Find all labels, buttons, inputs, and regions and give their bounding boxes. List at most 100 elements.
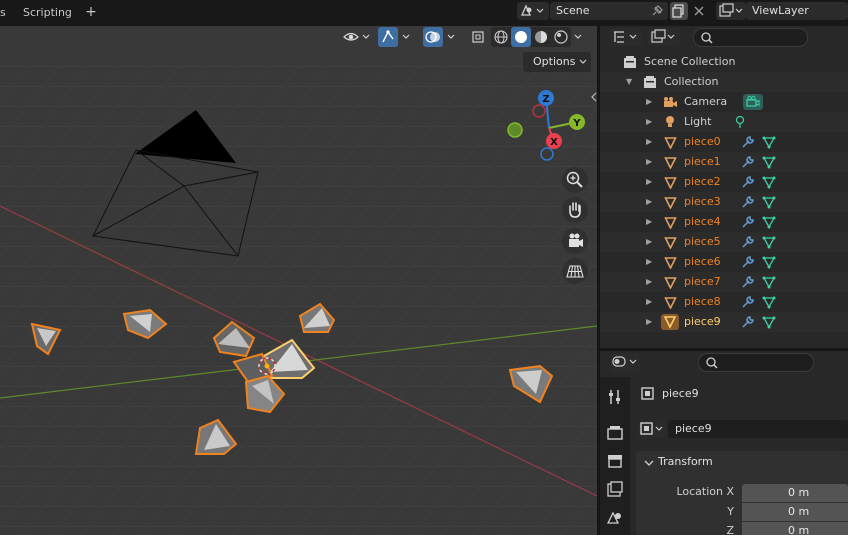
new-scene-button[interactable] bbox=[670, 2, 688, 20]
mesh-data-icon[interactable] bbox=[762, 155, 776, 169]
outliner-item-piece[interactable]: ▶ piece2 bbox=[600, 172, 848, 192]
expand-arrow-icon[interactable]: ▶ bbox=[646, 136, 656, 148]
outliner-item-label: piece2 bbox=[684, 175, 721, 188]
transform-panel-header[interactable]: Transform bbox=[636, 451, 848, 473]
view-layer-icon[interactable] bbox=[605, 479, 625, 499]
view-layer-type-dropdown[interactable] bbox=[716, 2, 746, 20]
3d-viewport[interactable]: Options Z Y X bbox=[0, 26, 597, 535]
location-y-field[interactable]: 0 m bbox=[742, 503, 848, 521]
add-workspace-button[interactable]: + bbox=[83, 4, 99, 20]
output-icon[interactable] bbox=[605, 451, 625, 471]
scene-type-dropdown[interactable] bbox=[517, 2, 549, 20]
visibility-dropdown[interactable] bbox=[342, 27, 372, 47]
mesh-data-icon[interactable] bbox=[762, 315, 776, 329]
shading-dropdown[interactable] bbox=[572, 27, 586, 47]
mesh-data-icon[interactable] bbox=[762, 275, 776, 289]
y-axis-label: Y bbox=[572, 118, 581, 129]
mesh-data-icon[interactable] bbox=[762, 195, 776, 209]
scene-icon[interactable] bbox=[605, 507, 625, 527]
wrench-icon[interactable] bbox=[741, 235, 755, 249]
wrench-icon[interactable] bbox=[741, 255, 755, 269]
outliner-item-piece-active[interactable]: ▶ piece9 bbox=[600, 312, 848, 332]
expand-arrow-icon[interactable]: ▼ bbox=[626, 76, 636, 88]
mesh-data-icon[interactable] bbox=[762, 295, 776, 309]
overlays-dropdown[interactable] bbox=[445, 27, 459, 47]
xray-toggle-button[interactable] bbox=[468, 27, 488, 47]
camera-view-button[interactable] bbox=[562, 228, 588, 254]
mesh-data-icon[interactable] bbox=[762, 235, 776, 249]
workspace-tab-scripting[interactable]: Scripting bbox=[23, 3, 72, 23]
workspace-tab-partial[interactable]: s bbox=[0, 3, 6, 23]
outliner-item-light[interactable]: ▶ Light bbox=[600, 112, 848, 132]
solid-shading-button[interactable] bbox=[511, 27, 531, 47]
expand-arrow-icon[interactable]: ▶ bbox=[646, 236, 656, 248]
expand-arrow-icon[interactable]: ▶ bbox=[646, 116, 656, 128]
delete-scene-button[interactable] bbox=[690, 2, 708, 20]
wrench-icon[interactable] bbox=[741, 215, 755, 229]
tool-settings-icon[interactable] bbox=[605, 387, 625, 407]
expand-arrow-icon[interactable]: ▶ bbox=[646, 256, 656, 268]
gizmo-toggle-button[interactable] bbox=[378, 27, 398, 47]
neg-y-axis-handle[interactable] bbox=[507, 122, 523, 138]
wrench-icon[interactable] bbox=[741, 315, 755, 329]
camera-data-icon[interactable] bbox=[743, 94, 763, 110]
properties-search-input[interactable] bbox=[698, 353, 814, 372]
wireframe-shading-icon[interactable] bbox=[491, 27, 511, 47]
perspective-toggle-button[interactable] bbox=[562, 258, 588, 284]
outliner-item-piece[interactable]: ▶ piece4 bbox=[600, 212, 848, 232]
expand-arrow-icon[interactable]: ▶ bbox=[646, 156, 656, 168]
gizmo-dropdown[interactable] bbox=[400, 27, 414, 47]
render-icon[interactable] bbox=[605, 423, 625, 443]
location-z-field[interactable]: 0 m bbox=[742, 522, 848, 535]
outliner-item-piece[interactable]: ▶ piece5 bbox=[600, 232, 848, 252]
pan-button[interactable] bbox=[562, 197, 588, 223]
object-name-field[interactable]: piece9 bbox=[668, 420, 848, 438]
overlays-toggle-button[interactable] bbox=[423, 27, 443, 47]
expand-arrow-icon[interactable]: ▶ bbox=[646, 316, 656, 328]
expand-arrow-icon[interactable]: ▶ bbox=[646, 216, 656, 228]
outliner-search-input[interactable] bbox=[693, 28, 808, 47]
wrench-icon[interactable] bbox=[741, 295, 755, 309]
collection-row[interactable]: ▼ Collection bbox=[600, 72, 848, 92]
mesh-data-icon[interactable] bbox=[762, 215, 776, 229]
shading-mode-group bbox=[491, 27, 571, 47]
light-data-icon[interactable] bbox=[733, 115, 747, 129]
wrench-icon[interactable] bbox=[741, 175, 755, 189]
mesh-data-icon[interactable] bbox=[762, 135, 776, 149]
x-axis-label: X bbox=[550, 137, 558, 148]
outliner-item-piece[interactable]: ▶ piece7 bbox=[600, 272, 848, 292]
material-shading-icon[interactable] bbox=[531, 27, 551, 47]
outliner-item-piece[interactable]: ▶ piece8 bbox=[600, 292, 848, 312]
outliner-item-piece[interactable]: ▶ piece0 bbox=[600, 132, 848, 152]
filter-dropdown[interactable] bbox=[648, 28, 680, 46]
navigation-gizmo[interactable]: Z Y X bbox=[503, 86, 593, 166]
wrench-icon[interactable] bbox=[741, 135, 755, 149]
outliner-item-camera[interactable]: ▶ Camera bbox=[600, 92, 848, 112]
outliner-item-piece[interactable]: ▶ piece3 bbox=[600, 192, 848, 212]
outliner-item-piece[interactable]: ▶ piece1 bbox=[600, 152, 848, 172]
scene-collection-row[interactable]: Scene Collection bbox=[600, 52, 848, 72]
wrench-icon[interactable] bbox=[741, 155, 755, 169]
expand-arrow-icon[interactable]: ▶ bbox=[646, 176, 656, 188]
wrench-icon[interactable] bbox=[741, 195, 755, 209]
expand-arrow-icon[interactable]: ▶ bbox=[646, 296, 656, 308]
editor-type-dropdown[interactable] bbox=[610, 353, 640, 371]
mesh-data-icon[interactable] bbox=[762, 255, 776, 269]
mesh-data-icon[interactable] bbox=[762, 175, 776, 189]
wrench-icon[interactable] bbox=[741, 275, 755, 289]
expand-arrow-icon[interactable]: ▶ bbox=[646, 196, 656, 208]
view-layer-name-field[interactable]: ViewLayer bbox=[746, 2, 848, 20]
expand-arrow-icon[interactable]: ▶ bbox=[646, 96, 656, 108]
pin-icon[interactable] bbox=[649, 3, 665, 19]
outliner-item-label: piece8 bbox=[684, 295, 721, 308]
rendered-shading-icon[interactable] bbox=[551, 27, 571, 47]
display-mode-dropdown[interactable] bbox=[610, 28, 642, 46]
neg-z-axis-handle[interactable] bbox=[540, 147, 554, 161]
location-x-field[interactable]: 0 m bbox=[742, 484, 848, 502]
zoom-button[interactable] bbox=[562, 167, 588, 193]
object-browse-dropdown[interactable] bbox=[638, 420, 666, 438]
expand-arrow-icon[interactable]: ▶ bbox=[646, 276, 656, 288]
outliner-item-piece[interactable]: ▶ piece6 bbox=[600, 252, 848, 272]
options-button[interactable]: Options bbox=[523, 52, 591, 72]
neg-x-axis-handle[interactable] bbox=[532, 104, 546, 118]
